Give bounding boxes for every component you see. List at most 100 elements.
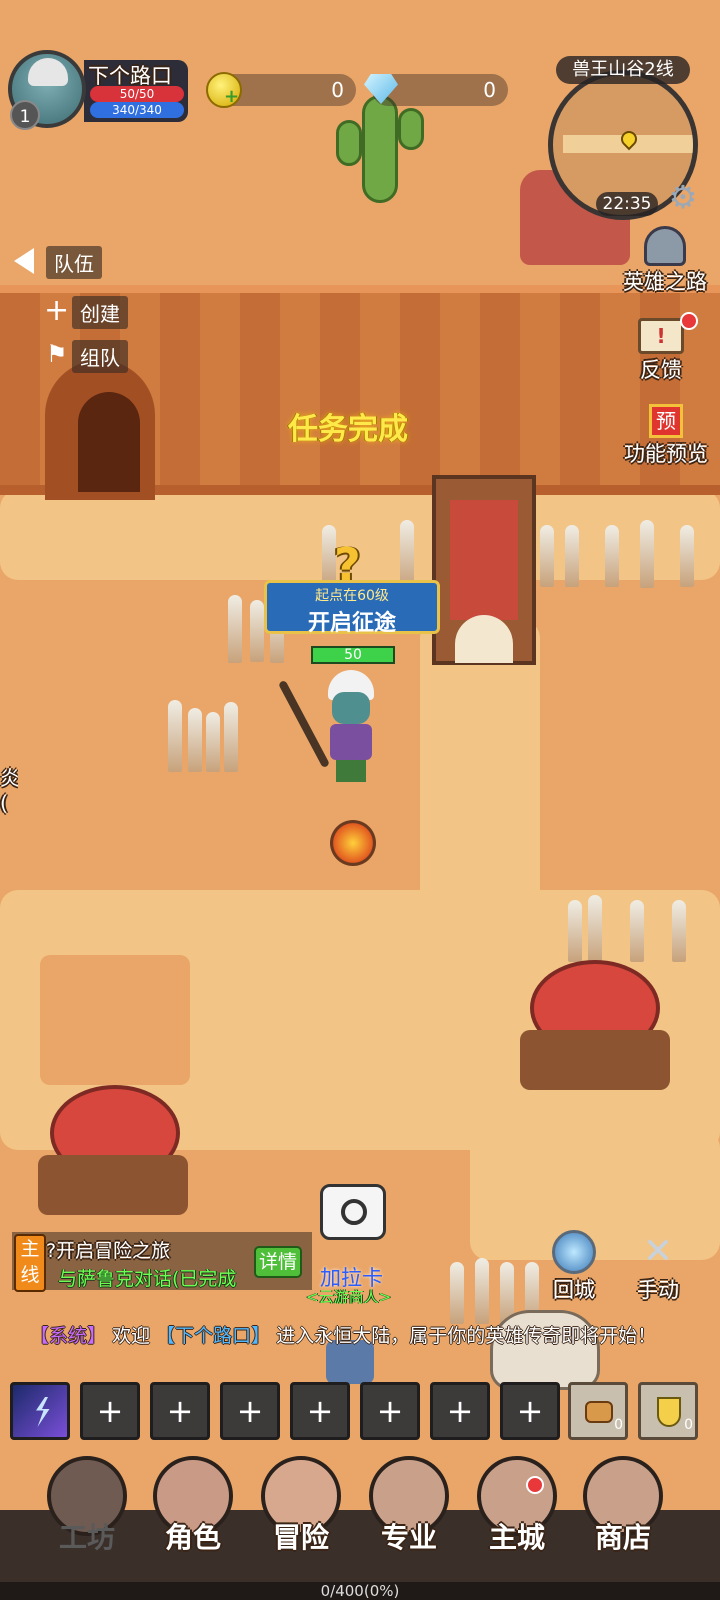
bread-icon [585,1401,613,1423]
helmet-icon [644,226,686,266]
nav-character[interactable]: 角色 [148,1456,238,1566]
return-city-button[interactable]: 回城 [542,1230,606,1304]
nav-adventure[interactable]: 冒险 [256,1456,346,1566]
quest-start-banner[interactable]: 起点在60级 开启征途 [264,580,440,636]
group-team-button[interactable]: 组队 [72,340,128,373]
system-chat-message[interactable]: 【系统】 欢迎 【下个路口】 进入永恒大陆，属于你的英雄传奇即将开始！ [30,1322,690,1350]
hero-road-label: 英雄之路 [623,270,707,294]
npc-shop-bubble[interactable] [320,1184,386,1240]
item-slot-bread[interactable]: 0 [568,1382,628,1440]
portal-icon [552,1230,596,1274]
skill-slot-7[interactable]: + [430,1382,490,1440]
preview-label: 功能预览 [624,442,708,466]
cactus-arm [336,120,362,166]
item-slot-drink[interactable]: 0 [638,1382,698,1440]
quest-details-button[interactable]: 详情 [254,1246,302,1278]
cave-hole[interactable] [78,392,140,492]
fence-spike [605,525,619,587]
hp-text: 50/50 [119,87,155,101]
xp-bar: 0/400(0%) [0,1582,720,1600]
nav-shop[interactable]: 商店 [578,1456,668,1566]
skill-slot-5[interactable]: + [290,1382,350,1440]
quest-banner-main: 开启征途 [307,611,396,636]
team-header[interactable]: 队伍 [46,246,102,279]
cactus-arm [398,108,424,150]
ground-patch [40,955,190,1085]
hut-base [520,1030,670,1090]
chat-channel: 【系统】 [30,1325,107,1347]
drink-icon [657,1397,681,1427]
fence-spike [400,520,414,588]
hero-road-button[interactable]: 英雄之路 [610,226,720,296]
nav-main-city-label: 主城 [488,1521,545,1554]
anvil-icon [341,1199,367,1225]
main-quest-tag: 主 线 [14,1234,46,1292]
fence-spike [630,900,644,962]
quest-tag-line1: 主 [20,1238,40,1260]
feedback-icon: ! [638,318,684,354]
skill-slot-8[interactable]: + [500,1382,560,1440]
campfire [330,820,376,866]
skill-slot-4[interactable]: + [220,1382,280,1440]
fence-spike [228,595,242,663]
chat-text-2: 进入永恒大陆，属于你的英雄传奇即将开始！ [276,1325,657,1347]
preview-icon: 预 [649,404,683,438]
quest-banner-top: 起点在60级 [315,588,389,604]
nav-adventure-label: 冒险 [272,1521,329,1554]
cactus [362,95,398,203]
avatar-hair [28,58,68,86]
character-torso [330,724,372,760]
mp-text: 340/340 [112,103,162,117]
nav-workshop-label: 工坊 [58,1521,115,1554]
manual-mode-button[interactable]: ✕ 手动 [626,1230,690,1304]
player-hp-bar: 50 [311,646,395,664]
skill-slot-2[interactable]: + [80,1382,140,1440]
fence-spike [168,700,182,772]
feedback-label: 反馈 [640,358,682,382]
fence-spike [565,525,579,587]
gold-coin-icon[interactable]: + [206,72,242,108]
return-city-label: 回城 [553,1278,595,1302]
npc-title: <云游商人> [306,1288,392,1306]
nav-profession[interactable]: 专业 [364,1456,454,1566]
skill-slot-6[interactable]: + [360,1382,420,1440]
manual-mode-label: 手动 [637,1278,679,1302]
fence-spike [588,895,602,963]
notification-dot [680,312,698,330]
nav-workshop[interactable]: 工坊 [42,1456,132,1566]
nav-shop-label: 商店 [594,1521,651,1554]
bread-count: 0 [614,1417,623,1433]
fence-spike [568,900,582,962]
map-title: 兽王山谷2线 [556,56,690,84]
quest-title: ?开启冒险之旅 [46,1240,171,1262]
create-team-button[interactable]: 创建 [72,296,128,329]
map-time: 22:35 [596,192,658,216]
player-character[interactable] [318,670,382,785]
nav-character-label: 角色 [164,1521,221,1554]
skill-slot-1[interactable] [10,1382,70,1440]
game-scene[interactable]: 下个路口 50/50 340/340 1 0 + 0 兽王山谷2线 22:35 … [0,0,720,1600]
character-legs [336,760,366,782]
skill-slot-3[interactable]: + [150,1382,210,1440]
nav-profession-label: 专业 [380,1521,437,1554]
plus-icon: + [44,293,70,328]
fence-spike [450,1262,464,1324]
fence-spike [680,525,694,587]
collapse-arrow-icon[interactable] [14,248,34,274]
fence-spike [672,900,686,962]
main-city-notification-dot [526,1476,544,1494]
quest-objective: 与萨鲁克对话(已完成 [58,1268,237,1290]
fence-spike [224,702,238,772]
fence-spike [188,708,202,772]
settings-gear-icon[interactable]: ⚙ [666,180,700,214]
chat-text-1: 欢迎 [112,1325,151,1347]
preview-button[interactable]: 预 功能预览 [612,404,720,468]
tower-banner [450,500,518,620]
edge-label: 炎( [0,766,18,815]
player-level-badge: 1 [10,100,40,130]
chat-player-tag: 【下个路口】 [156,1325,271,1347]
drink-count: 0 [684,1417,693,1433]
nav-main-city[interactable]: 主城 [472,1456,562,1566]
hut-base [38,1155,188,1215]
fence-spike [475,1258,489,1324]
